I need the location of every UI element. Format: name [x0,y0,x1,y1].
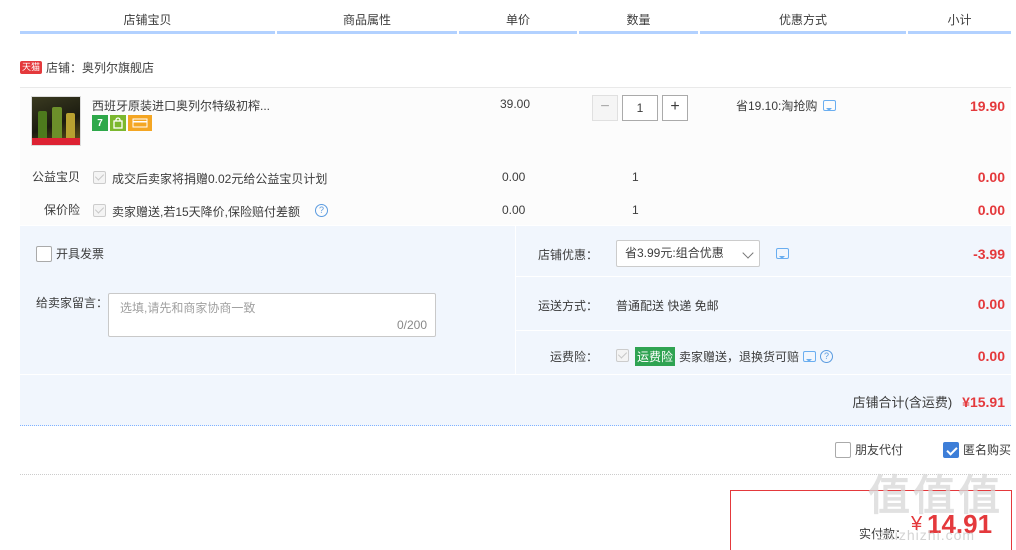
shop-total: 店铺合计(含运费) ¥15.91 [853,392,1006,411]
chat-icon[interactable] [823,100,837,111]
shop-discount-value: -3.99 [973,246,1005,262]
shop-name-link[interactable]: 店铺：奥列尔旗舰店 [46,59,154,76]
quantity-stepper: − 1 + [592,95,688,121]
service-text: 成交后卖家将捐赠0.02元给公益宝贝计划 [112,172,328,186]
product-title-link[interactable]: 西班牙原装进口奥列尔特级初榨... [92,97,292,114]
invoice-label: 开具发票 [56,247,105,261]
service-label: 公益宝贝 [31,170,80,184]
price-protect-checkbox[interactable] [93,204,106,217]
service-price: 0.00 [502,203,526,217]
qty-input[interactable]: 1 [622,95,658,121]
anonymous-purchase-option[interactable]: 匿名购买 [942,441,1011,458]
shop-total-amount: ¥15.91 [962,393,1005,410]
seller-message-input[interactable]: 选填,请先和商家协商一致 0/200 [108,293,436,337]
chat-icon[interactable] [776,248,789,259]
product-badges: 7 [92,115,152,131]
service-row-charity: 公益宝贝 成交后卖家将捐赠0.02元给公益宝贝计划 0.00 1 0.00 [20,168,1011,190]
item-subtotal: 19.90 [969,98,1005,114]
bag-icon[interactable] [110,115,126,131]
friend-pay-checkbox[interactable] [834,441,851,458]
shipping-label: 运送方式： [538,299,599,313]
table-header: 店铺宝贝 商品属性 单价 数量 优惠方式 小计 [20,8,1011,34]
message-placeholder: 选填,请先和商家协商一致 [120,301,256,315]
watermark-url: zhizhizhi.com [878,527,976,543]
service-price: 0.00 [502,170,526,184]
freight-insurance-value: 0.00 [977,348,1005,364]
service-qty: 1 [632,203,639,217]
anonymous-purchase-checkbox[interactable] [942,441,959,458]
chat-icon[interactable] [803,351,817,362]
cart-item: 西班牙原装进口奥列尔特级初榨... 7 39.00 − 1 + 省19.10:淘… [20,87,1011,225]
col-header-attributes: 商品属性 [277,8,457,34]
charity-checkbox[interactable] [93,171,106,184]
freight-insurance-text: 卖家赠送，退换货可赔 [679,350,800,364]
service-text: 卖家赠送,若15天降价,保险赔付差额 [112,205,301,219]
divider [20,474,1011,475]
order-options-panel: 开具发票 给卖家留言： 选填,请先和商家协商一致 0/200 店铺优惠： 省3.… [20,226,1011,426]
shop-discount-label: 店铺优惠： [538,248,599,262]
shipping-value: 0.00 [977,296,1005,312]
service-qty: 1 [632,170,639,184]
discount-info: 省19.10:淘抢购 [736,97,837,114]
invoice-checkbox[interactable] [36,245,52,262]
shop-row: 天猫 店铺：奥列尔旗舰店 [20,56,154,78]
card-icon[interactable] [128,115,152,131]
freight-insurance-tag: 运费险 [635,347,676,366]
watermark-logo: 值值值 [868,472,1004,519]
shop-total-label: 店铺合计(含运费) [852,395,953,410]
freight-insurance-info: 运费险 卖家赠送，退换货可赔 ? [635,347,834,366]
freight-insurance-label: 运费险： [549,350,598,364]
message-counter: 0/200 [396,318,427,332]
tmall-logo-icon: 天猫 [20,60,43,74]
qty-increase-button[interactable]: + [662,95,688,121]
service-subtotal: 0.00 [977,169,1005,185]
col-header-price: 单价 [459,8,577,34]
product-thumbnail[interactable] [31,96,81,146]
col-header-discount: 优惠方式 [700,8,906,34]
help-icon[interactable]: ? [820,350,834,363]
discount-text: 省19.10:淘抢购 [736,99,818,113]
col-header-subtotal: 小计 [908,8,1011,34]
col-header-quantity: 数量 [579,8,698,34]
anonymous-purchase-label: 匿名购买 [962,443,1011,457]
message-label: 给卖家留言： [36,296,109,310]
chevron-down-icon [742,247,754,259]
service-row-price-protect: 保价险 卖家赠送,若15天降价,保险赔付差额 ? 0.00 1 0.00 [20,201,1011,223]
shop-discount-selected: 省3.99元:组合优惠 [625,246,724,260]
service-label: 保价险 [43,203,80,217]
friend-pay-option[interactable]: 朋友代付 [834,441,903,458]
shipping-text: 普通配送 快递 免邮 [616,299,719,313]
friend-pay-label: 朋友代付 [854,443,903,457]
help-icon[interactable]: ? [315,204,328,217]
service-subtotal: 0.00 [977,202,1005,218]
seven-day-return-icon[interactable]: 7 [92,115,108,131]
col-header-item: 店铺宝贝 [20,8,275,34]
shop-discount-select[interactable]: 省3.99元:组合优惠 [616,240,760,267]
unit-price: 39.00 [500,97,531,111]
invoice-option[interactable]: 开具发票 [36,245,104,262]
freight-insurance-checkbox[interactable] [616,349,629,362]
payment-options: 朋友代付 匿名购买 [834,441,1011,458]
qty-decrease-button[interactable]: − [592,95,618,121]
